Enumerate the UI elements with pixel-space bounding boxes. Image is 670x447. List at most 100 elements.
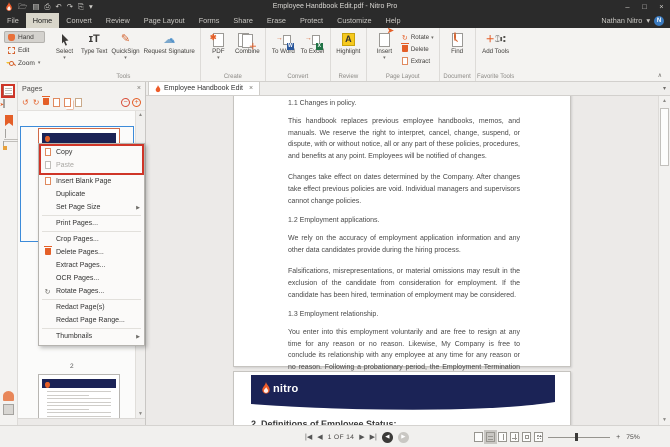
menu-item-set-page-size[interactable]: Set Page Size ▶ bbox=[39, 201, 144, 214]
thumb-scroll-up-icon[interactable]: ▲ bbox=[136, 112, 145, 118]
highlight-button[interactable]: A Highlight bbox=[334, 30, 363, 72]
menu-item-thumbnails[interactable]: Thumbnails ▶ bbox=[39, 330, 144, 343]
edit-tool-button[interactable]: Edit bbox=[4, 44, 45, 56]
tab-list-caret-icon[interactable]: ▾ bbox=[663, 85, 666, 92]
menu-item-print-pages[interactable]: Print Pages... bbox=[39, 217, 144, 230]
tab-convert[interactable]: Convert bbox=[59, 13, 99, 28]
menu-item-redact-page-range[interactable]: Redact Page Range... bbox=[39, 314, 144, 327]
pages-panel-close-icon[interactable]: × bbox=[137, 85, 141, 92]
stamps-panel-icon[interactable] bbox=[3, 391, 14, 401]
page-indicator[interactable]: 1 OF 14 bbox=[328, 434, 355, 441]
menu-item-ocr-pages[interactable]: OCR Pages... bbox=[39, 272, 144, 285]
combine-button[interactable]: ＋ Combine bbox=[233, 30, 262, 72]
avatar[interactable]: N bbox=[654, 16, 664, 26]
tab-file[interactable]: File bbox=[0, 13, 26, 28]
rotate-left-icon[interactable]: ↺ bbox=[22, 98, 29, 108]
paste-page-icon[interactable] bbox=[75, 98, 82, 107]
zoom-in-icon[interactable]: + bbox=[616, 434, 620, 441]
tab-page-layout[interactable]: Page Layout bbox=[137, 13, 192, 28]
last-page-icon[interactable]: ▶| bbox=[370, 433, 377, 441]
menu-item-insert-blank-page[interactable]: Insert Blank Page bbox=[39, 175, 144, 188]
qat-customize-caret-icon[interactable]: ▾ bbox=[89, 0, 93, 13]
rotate-right-icon[interactable]: ↻ bbox=[33, 98, 40, 108]
zoom-out-icon[interactable]: − bbox=[538, 434, 542, 441]
prev-page-icon[interactable]: ◀ bbox=[317, 433, 322, 441]
tab-protect[interactable]: Protect bbox=[293, 13, 330, 28]
document-canvas[interactable]: 1.1 Changes in policy. This handbook rep… bbox=[146, 96, 658, 425]
to-excel-button[interactable]: →X To Excel bbox=[298, 30, 327, 72]
to-word-button[interactable]: →W To Word bbox=[269, 30, 298, 72]
ribbon-collapse-icon[interactable]: ∧ bbox=[658, 72, 662, 79]
undo-icon[interactable]: ↶ bbox=[55, 0, 61, 13]
next-view-button[interactable]: ▶ bbox=[398, 432, 409, 443]
first-page-icon[interactable]: |◀ bbox=[305, 433, 312, 441]
print-icon[interactable]: ⎙ bbox=[44, 0, 50, 13]
zoom-slider-handle[interactable] bbox=[575, 433, 578, 441]
doc-scroll-thumb[interactable] bbox=[660, 108, 669, 166]
tab-share[interactable]: Share bbox=[226, 13, 259, 28]
close-button[interactable]: × bbox=[653, 0, 670, 13]
select-button[interactable]: Select ▾ bbox=[50, 30, 79, 72]
tab-home[interactable]: Home bbox=[26, 13, 59, 28]
doc-scroll-down-icon[interactable]: ▼ bbox=[659, 417, 670, 423]
save-icon[interactable]: ▤ bbox=[32, 0, 39, 13]
create-pdf-button[interactable]: ✱ PDF ▾ bbox=[204, 30, 233, 72]
thumbnail-zoom-in-icon[interactable]: + bbox=[132, 98, 141, 107]
fit-width-view-icon[interactable] bbox=[522, 432, 531, 442]
extract-pages-button[interactable]: Extract bbox=[401, 56, 434, 67]
single-page-view-icon[interactable] bbox=[474, 432, 483, 442]
open-icon[interactable]: 🗁 bbox=[18, 0, 27, 13]
copy-page-icon[interactable] bbox=[64, 98, 71, 107]
combine-files-icon: ＋ bbox=[242, 31, 253, 48]
nitro-logo-icon bbox=[5, 2, 13, 12]
delete-page-icon[interactable] bbox=[43, 98, 49, 107]
menu-item-delete-pages[interactable]: Delete Pages... bbox=[39, 246, 144, 259]
panel-resize-strip[interactable] bbox=[18, 418, 145, 425]
continuous-view-icon[interactable] bbox=[486, 432, 495, 442]
request-signature-button[interactable]: ☁✎ Request Signature bbox=[142, 30, 197, 72]
find-button[interactable]: Find bbox=[443, 30, 472, 72]
hand-tool-button[interactable]: Hand bbox=[4, 31, 45, 43]
zoom-tool-button[interactable]: Zoom ▾ bbox=[4, 57, 45, 69]
next-page-icon[interactable]: ▶ bbox=[359, 433, 364, 441]
menu-item-rotate-pages[interactable]: ↻ Rotate Pages... bbox=[39, 285, 144, 298]
menu-item-duplicate[interactable]: Duplicate bbox=[39, 188, 144, 201]
zoom-slider[interactable] bbox=[548, 437, 610, 438]
thumbnail-zoom-out-icon[interactable]: − bbox=[121, 98, 130, 107]
tab-forms[interactable]: Forms bbox=[192, 13, 227, 28]
pages-panel-icon[interactable] bbox=[3, 85, 14, 96]
signatures-panel-icon[interactable] bbox=[3, 99, 5, 108]
type-text-button[interactable]: ɪT Type Text bbox=[79, 30, 109, 72]
thumb-scroll-down-icon[interactable]: ▼ bbox=[136, 411, 145, 417]
minimize-button[interactable]: – bbox=[619, 0, 636, 13]
insert-pages-button[interactable]: ➤ Insert ▾ bbox=[370, 30, 399, 72]
facing-continuous-view-icon[interactable] bbox=[510, 432, 519, 442]
document-tab-close-icon[interactable]: × bbox=[249, 85, 253, 92]
pages-panel-title: Pages bbox=[22, 84, 42, 93]
tab-customize[interactable]: Customize bbox=[330, 13, 378, 28]
document-scrollbar[interactable]: ▲ ▼ bbox=[658, 96, 670, 425]
insert-page-icon[interactable] bbox=[53, 98, 60, 107]
doc-scroll-up-icon[interactable]: ▲ bbox=[659, 98, 670, 104]
tab-erase[interactable]: Erase bbox=[260, 13, 293, 28]
attachments-panel-icon[interactable] bbox=[3, 404, 14, 415]
account-menu[interactable]: Nathan Nitro ▾ N bbox=[601, 13, 670, 28]
zoom-percent[interactable]: 75% bbox=[626, 434, 640, 441]
bookmarks-panel-icon[interactable] bbox=[5, 115, 13, 126]
add-tools-button[interactable]: ＋⑄⑆ Add Tools bbox=[479, 30, 513, 72]
menu-item-redact-pages[interactable]: Redact Page(s) bbox=[39, 301, 144, 314]
maximize-button[interactable]: □ bbox=[636, 0, 653, 13]
delete-pages-button[interactable]: Delete bbox=[401, 44, 434, 55]
document-tab[interactable]: Employee Handbook Edit × bbox=[148, 81, 260, 95]
menu-item-copy[interactable]: Copy bbox=[39, 146, 144, 159]
menu-item-extract-pages[interactable]: Extract Pages... bbox=[39, 259, 144, 272]
menu-item-paste[interactable]: Paste bbox=[39, 159, 144, 172]
facing-view-icon[interactable] bbox=[498, 432, 507, 442]
tab-review[interactable]: Review bbox=[99, 13, 137, 28]
rotate-pages-button[interactable]: ↻ Rotate ▾ bbox=[401, 32, 434, 43]
menu-item-crop-pages[interactable]: Crop Pages... bbox=[39, 233, 144, 246]
redo-icon[interactable]: ↷ bbox=[67, 0, 73, 13]
quicksign-button[interactable]: ✎ QuickSign ▾ bbox=[109, 30, 141, 72]
snapshot-icon[interactable]: ⎘ bbox=[78, 0, 84, 13]
previous-view-button[interactable]: ◀ bbox=[382, 432, 393, 443]
